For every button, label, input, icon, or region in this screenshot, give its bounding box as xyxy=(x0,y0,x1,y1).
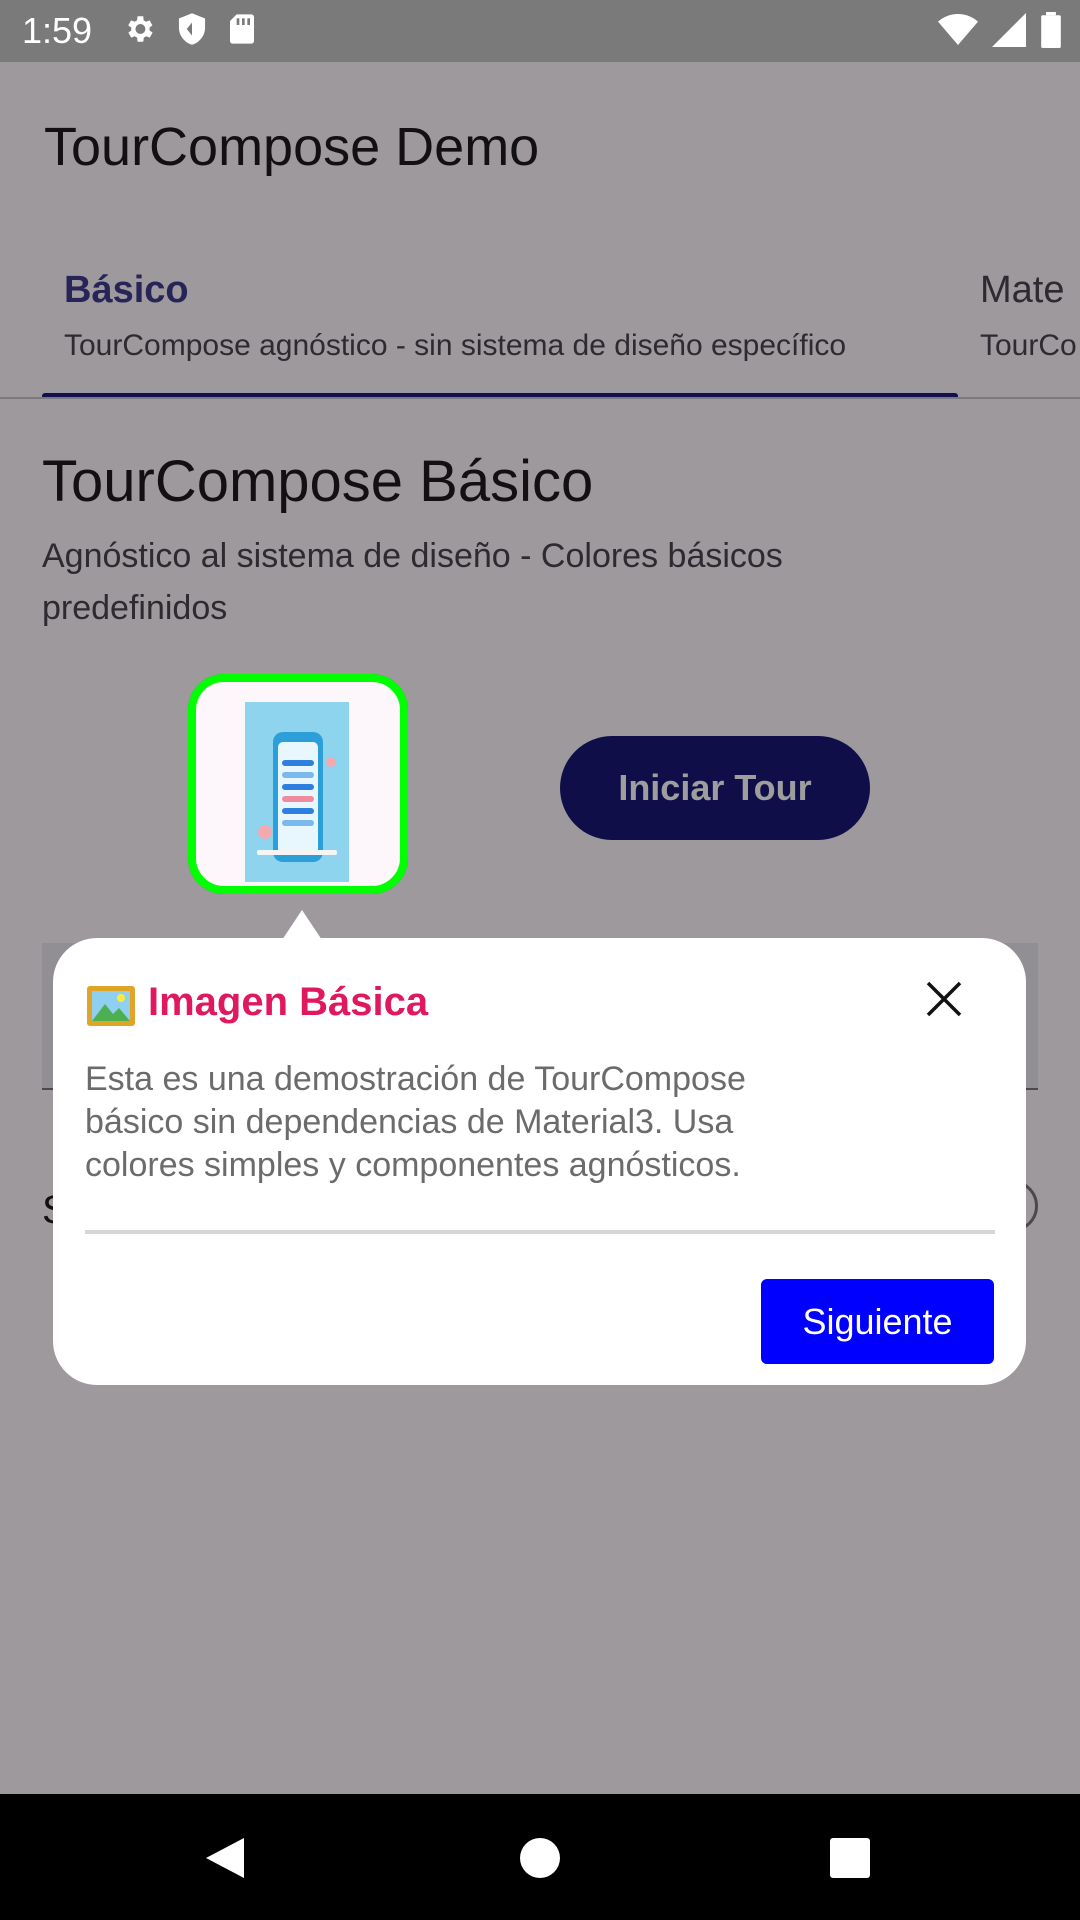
guided-tour-illustration xyxy=(245,702,349,882)
tooltip-title: Imagen Básica xyxy=(148,980,429,1024)
wifi-icon xyxy=(938,14,978,45)
shield-icon xyxy=(178,13,206,45)
sd-card-icon xyxy=(230,14,254,44)
tour-scrim[interactable] xyxy=(0,62,1080,1794)
back-icon[interactable] xyxy=(198,1830,254,1886)
tooltip-divider xyxy=(85,1230,995,1234)
close-icon xyxy=(926,981,962,1017)
tooltip-body: Esta es una demostración de TourCompose … xyxy=(85,1060,746,1184)
tooltip-arrow xyxy=(282,910,322,940)
status-time: 1:59 xyxy=(22,10,93,51)
settings-icon xyxy=(128,16,153,42)
framed-picture-icon xyxy=(87,986,135,1026)
next-button[interactable]: Siguiente xyxy=(761,1279,994,1364)
status-bar: 1:59 xyxy=(0,0,1080,62)
signal-icon xyxy=(992,13,1026,47)
tour-tooltip: Imagen Básica Esta es una demostración d… xyxy=(53,938,1026,1385)
battery-icon xyxy=(1041,12,1061,48)
navigation-bar xyxy=(0,1794,1080,1920)
recents-icon[interactable] xyxy=(822,1830,878,1886)
close-button[interactable] xyxy=(919,974,969,1024)
home-icon[interactable] xyxy=(512,1830,568,1886)
highlighted-image-card[interactable] xyxy=(188,674,408,894)
